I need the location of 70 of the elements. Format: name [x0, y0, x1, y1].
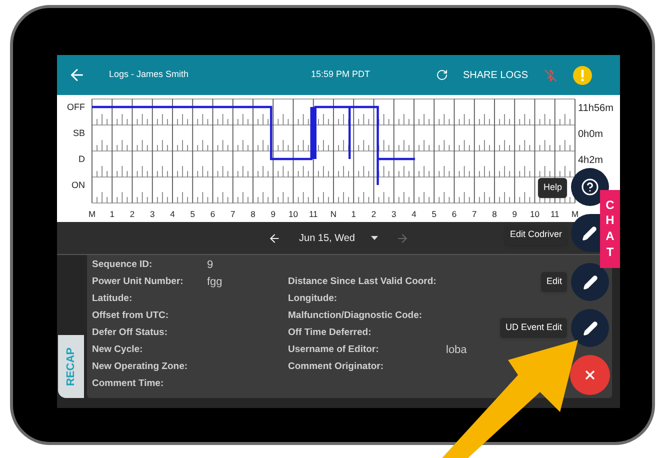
field-label: Distance Since Last Valid Coord: [288, 275, 438, 290]
hour-label: 4 [412, 209, 416, 219]
field-label: Comment Time: [92, 377, 165, 392]
field-label: Off Time Deferred: [288, 326, 372, 340]
status-label: D [78, 154, 85, 164]
hour-label: 11 [550, 209, 560, 219]
share-logs-button[interactable]: SHARE LOGS [463, 68, 528, 82]
field-label: Latitude: [92, 292, 134, 306]
field-label: Comment Originator: [288, 360, 385, 374]
status-total: 11h56m [578, 103, 614, 114]
hour-label: 5 [190, 209, 195, 219]
hour-label: 7 [472, 209, 477, 219]
pencil-icon [582, 320, 598, 336]
refresh-icon [436, 69, 448, 81]
alert-icon[interactable] [573, 66, 592, 84]
field-label: Power Unit Number: [92, 275, 184, 290]
field-label: New Cycle: [92, 343, 144, 358]
right-arrow-icon [396, 232, 409, 244]
dropdown-caret-icon [370, 236, 378, 240]
hour-label: N [330, 209, 337, 219]
status-total: 4h2m [578, 155, 604, 166]
hour-label: 5 [432, 209, 436, 219]
hour-label: 1 [110, 209, 114, 219]
hour-label: 10 [530, 209, 540, 219]
hour-label: 6 [210, 209, 216, 219]
hour-label: 9 [270, 209, 276, 219]
hour-label: M [88, 209, 96, 219]
hour-label: 4 [170, 209, 175, 219]
field-value: fgg [207, 275, 222, 290]
field-label: Sequence ID: [92, 258, 154, 272]
hour-label: 1 [351, 209, 356, 219]
hour-label: 10 [288, 209, 298, 219]
hour-label: 6 [452, 209, 457, 219]
hour-label: 2 [371, 209, 376, 219]
status-label: ON [72, 180, 85, 190]
pencil-icon [582, 274, 598, 290]
field-label: Malfunction/Diagnostic Code: [288, 309, 424, 324]
tooltip: UD Event Edit [500, 318, 567, 338]
previous-day-button[interactable] [268, 232, 282, 244]
hour-label: 11 [308, 209, 318, 219]
status-label: SB [72, 128, 85, 138]
field-label: Username of Editor: [288, 343, 380, 358]
tooltip: Help [538, 178, 567, 198]
hour-label: 3 [150, 209, 155, 219]
hour-label: 8 [250, 209, 256, 219]
field-value: loba [446, 343, 467, 358]
page-title: Logs - James Smith [109, 68, 190, 82]
date-selector[interactable]: Jun 15, Wed [299, 230, 378, 246]
field-label: Longitude: [288, 292, 338, 306]
field-label: Offset from UTC: [92, 309, 170, 324]
left-arrow-icon [268, 232, 282, 244]
hour-label: 2 [130, 209, 135, 219]
field-label: Defer Off Status: [92, 326, 168, 340]
close-icon [583, 368, 597, 382]
hour-label: M [571, 209, 579, 219]
hour-label: 9 [512, 209, 517, 219]
help-icon [581, 178, 599, 196]
status-total: 0h0m [578, 129, 604, 140]
hour-label: 8 [492, 209, 497, 219]
status-label: OFF [67, 102, 85, 112]
hour-label: 7 [230, 209, 236, 219]
refresh-button[interactable] [435, 68, 449, 82]
tooltip: Edit [541, 272, 567, 292]
pencil-icon [582, 226, 597, 240]
tooltip: Edit Codriver [504, 225, 567, 244]
field-value: 9 [207, 258, 214, 274]
clock-time: 15:59 PM PDT [311, 68, 372, 82]
hour-label: 3 [392, 209, 396, 219]
chat-tab[interactable]: CHAT [600, 190, 620, 268]
field-label: New Operating Zone: [92, 360, 189, 374]
